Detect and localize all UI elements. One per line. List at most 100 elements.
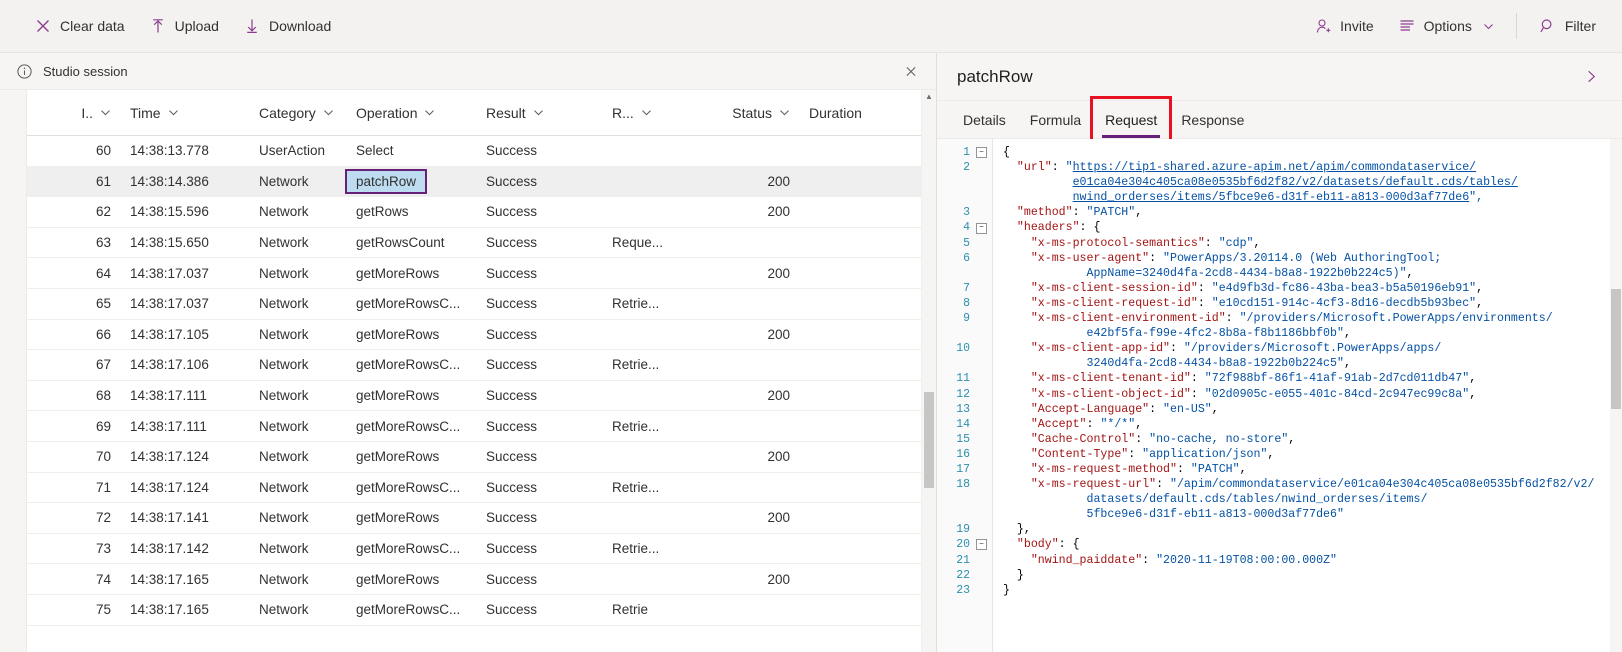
cell-result[interactable]: Success: [475, 480, 601, 495]
cell-category[interactable]: Network: [248, 204, 345, 219]
cell-result[interactable]: Success: [475, 572, 601, 587]
cell-operation[interactable]: getRowsCount: [345, 235, 475, 250]
cell-operation[interactable]: getMoreRows: [345, 266, 475, 281]
cell-time[interactable]: 14:38:17.037: [119, 296, 248, 311]
cell-time[interactable]: 14:38:17.165: [119, 602, 248, 617]
cell-status[interactable]: 200: [675, 572, 798, 587]
table-row[interactable]: 7314:38:17.142NetworkgetMoreRowsC...Succ…: [27, 534, 921, 565]
cell-operation[interactable]: getMoreRowsC...: [345, 296, 475, 311]
table-row[interactable]: 6214:38:15.596NetworkgetRowsSuccess200: [27, 197, 921, 228]
cell-id[interactable]: 67: [27, 357, 119, 372]
table-row[interactable]: 7514:38:17.165NetworkgetMoreRowsC...Succ…: [27, 595, 921, 626]
request-url-link[interactable]: https://tip1-shared.azure-apim.net/apim/…: [1073, 161, 1477, 174]
cell-time[interactable]: 14:38:17.037: [119, 266, 248, 281]
cell-result[interactable]: Success: [475, 449, 601, 464]
cell-time[interactable]: 14:38:14.386: [119, 174, 248, 189]
cell-category[interactable]: Network: [248, 174, 345, 189]
cell-result[interactable]: Success: [475, 388, 601, 403]
code-fold-toggle[interactable]: −: [975, 223, 988, 234]
cell-id[interactable]: 71: [27, 480, 119, 495]
chevron-down-icon[interactable]: [100, 107, 111, 118]
cell-r[interactable]: Retrie...: [601, 296, 675, 311]
cell-operation[interactable]: getMoreRows: [345, 449, 475, 464]
cell-id[interactable]: 72: [27, 510, 119, 525]
cell-result[interactable]: Success: [475, 602, 601, 617]
table-row[interactable]: 7414:38:17.165NetworkgetMoreRowsSuccess2…: [27, 564, 921, 595]
cell-id[interactable]: 74: [27, 572, 119, 587]
cell-time[interactable]: 14:38:17.106: [119, 357, 248, 372]
request-url-link[interactable]: nwind_orderses/items/5fbce9e6-d31f-eb11-…: [1073, 191, 1470, 204]
cell-id[interactable]: 68: [27, 388, 119, 403]
chevron-down-icon[interactable]: [533, 107, 544, 118]
table-row[interactable]: 6014:38:13.778UserActionSelectSuccess: [27, 136, 921, 167]
cell-operation[interactable]: getMoreRowsC...: [345, 602, 475, 617]
cell-category[interactable]: Network: [248, 388, 345, 403]
cell-category[interactable]: Network: [248, 296, 345, 311]
fold-collapse-icon[interactable]: −: [976, 147, 987, 158]
cell-r[interactable]: Retrie...: [601, 480, 675, 495]
table-row[interactable]: 6914:38:17.111NetworkgetMoreRowsC...Succ…: [27, 411, 921, 442]
scroll-up-arrow-icon[interactable]: ▲: [922, 92, 936, 101]
cell-id[interactable]: 69: [27, 419, 119, 434]
cell-category[interactable]: Network: [248, 327, 345, 342]
cell-r[interactable]: Retrie...: [601, 357, 675, 372]
cell-time[interactable]: 14:38:17.124: [119, 449, 248, 464]
cell-status[interactable]: 200: [675, 388, 798, 403]
column-header-time[interactable]: Time: [119, 90, 248, 135]
cell-time[interactable]: 14:38:17.165: [119, 572, 248, 587]
column-header-operation[interactable]: Operation: [345, 90, 475, 135]
cell-id[interactable]: 61: [27, 174, 119, 189]
tab-details[interactable]: Details: [951, 101, 1018, 138]
cell-time[interactable]: 14:38:17.111: [119, 419, 248, 434]
cell-status[interactable]: 200: [675, 449, 798, 464]
table-row[interactable]: 7214:38:17.141NetworkgetMoreRowsSuccess2…: [27, 503, 921, 534]
cell-category[interactable]: Network: [248, 480, 345, 495]
clear-data-button[interactable]: Clear data: [22, 8, 137, 44]
cell-category[interactable]: Network: [248, 266, 345, 281]
cell-operation[interactable]: getMoreRows: [345, 327, 475, 342]
cell-id[interactable]: 63: [27, 235, 119, 250]
tab-formula[interactable]: Formula: [1018, 101, 1093, 138]
cell-result[interactable]: Success: [475, 357, 601, 372]
table-row[interactable]: 6614:38:17.105NetworkgetMoreRowsSuccess2…: [27, 320, 921, 351]
table-row[interactable]: 7114:38:17.124NetworkgetMoreRowsC...Succ…: [27, 473, 921, 504]
chevron-down-icon[interactable]: [168, 107, 179, 118]
cell-time[interactable]: 14:38:17.105: [119, 327, 248, 342]
chevron-down-icon[interactable]: [779, 107, 790, 118]
cell-category[interactable]: Network: [248, 357, 345, 372]
cell-id[interactable]: 75: [27, 602, 119, 617]
cell-r[interactable]: Retrie: [601, 602, 675, 617]
cell-result[interactable]: Success: [475, 204, 601, 219]
cell-operation[interactable]: getMoreRowsC...: [345, 419, 475, 434]
column-header-category[interactable]: Category: [248, 90, 345, 135]
column-header-duration[interactable]: Duration: [798, 90, 898, 135]
column-header-r[interactable]: R...: [601, 90, 675, 135]
cell-operation[interactable]: patchRow: [345, 169, 475, 194]
cell-operation[interactable]: getMoreRowsC...: [345, 480, 475, 495]
chevron-down-icon[interactable]: [323, 107, 334, 118]
filter-button[interactable]: Filter: [1527, 8, 1608, 44]
cell-result[interactable]: Success: [475, 541, 601, 556]
cell-operation[interactable]: getMoreRows: [345, 388, 475, 403]
fold-collapse-icon[interactable]: −: [976, 223, 987, 234]
cell-category[interactable]: UserAction: [248, 143, 345, 158]
cell-result[interactable]: Success: [475, 235, 601, 250]
cell-id[interactable]: 64: [27, 266, 119, 281]
cell-result[interactable]: Success: [475, 174, 601, 189]
tab-request[interactable]: Request: [1093, 101, 1169, 138]
cell-result[interactable]: Success: [475, 419, 601, 434]
code-fold-toggle[interactable]: −: [975, 539, 988, 550]
tab-response[interactable]: Response: [1169, 101, 1256, 138]
cell-id[interactable]: 73: [27, 541, 119, 556]
fold-collapse-icon[interactable]: −: [976, 539, 987, 550]
cell-status[interactable]: 200: [675, 327, 798, 342]
table-row[interactable]: 6714:38:17.106NetworkgetMoreRowsC...Succ…: [27, 350, 921, 381]
table-row[interactable]: 6514:38:17.037NetworkgetMoreRowsC...Succ…: [27, 289, 921, 320]
code-fold-toggle[interactable]: −: [975, 147, 988, 158]
cell-result[interactable]: Success: [475, 296, 601, 311]
column-header-status[interactable]: Status: [675, 90, 798, 135]
cell-operation[interactable]: getMoreRowsC...: [345, 541, 475, 556]
cell-time[interactable]: 14:38:15.650: [119, 235, 248, 250]
invite-button[interactable]: Invite: [1302, 8, 1385, 44]
code-content[interactable]: { "url": "https://tip1-shared.azure-apim…: [993, 139, 1610, 652]
